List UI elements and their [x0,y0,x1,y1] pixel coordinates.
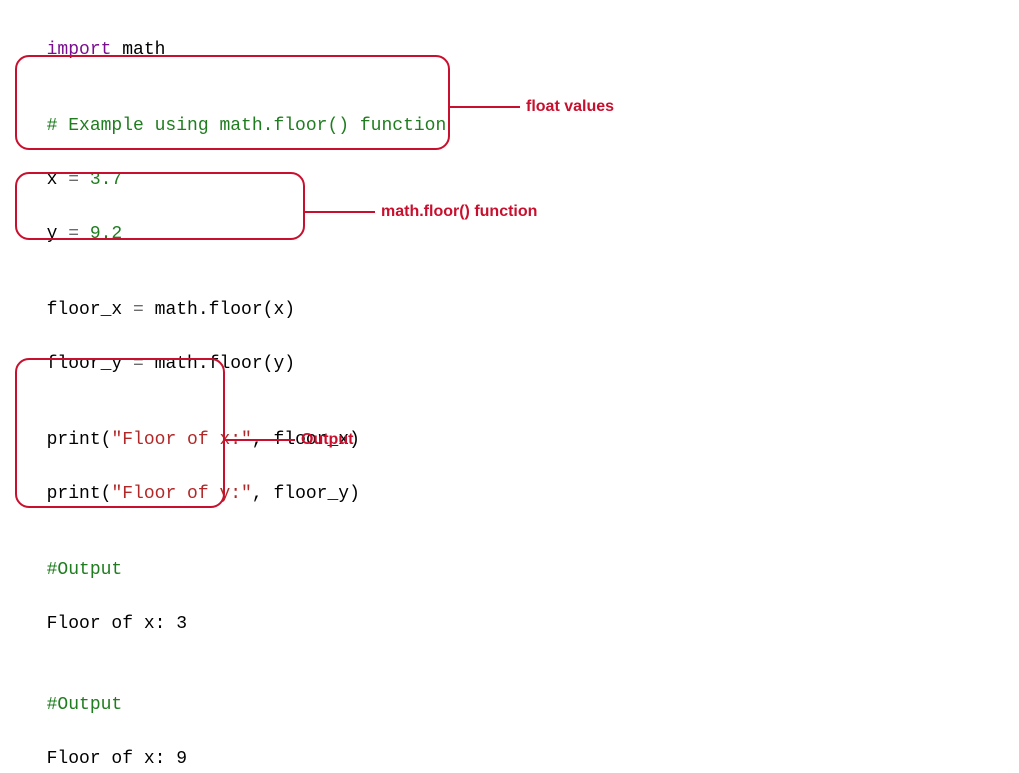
highlight-box-float-values [15,55,450,150]
connector-line [450,106,520,108]
connector-line [225,439,295,441]
output-comment-2: #Output [25,665,999,719]
annotation-mathfloor: math.floor() function [305,200,537,224]
annotation-float-values: float values [450,95,614,119]
output-comment-1: #Output [25,530,999,584]
annotation-label: float values [526,95,614,119]
output-blank [25,638,999,665]
code-line-floorx: floor_x = math.floor(x) [25,270,999,324]
highlight-box-output [15,358,225,508]
highlight-box-mathfloor [15,172,305,240]
annotation-label: math.floor() function [381,200,537,224]
output-line-1: Floor of x: 3 [25,584,999,638]
annotation-output: Output [225,428,353,452]
annotation-label: Output [301,428,353,452]
output-line-2: Floor of x: 9 [25,719,999,773]
connector-line [305,211,375,213]
